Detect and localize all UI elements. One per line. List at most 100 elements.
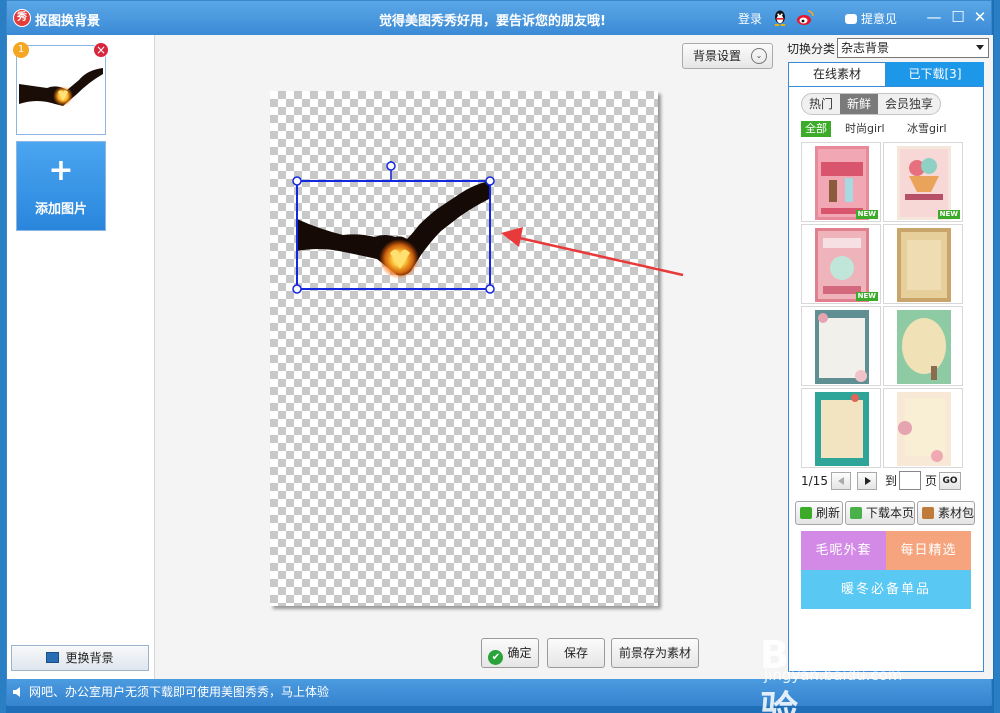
remove-thumbnail-button[interactable]: × xyxy=(93,42,109,58)
category-select[interactable]: 杂志背景 xyxy=(837,38,989,58)
feedback-label: 提意见 xyxy=(861,12,898,26)
switch-category-label: 切换分类 xyxy=(787,42,836,56)
category-select-value: 杂志背景 xyxy=(841,41,890,55)
meitu-logo-icon: 秀 xyxy=(13,9,31,27)
save-foreground-as-material-button[interactable]: 前景存为素材 xyxy=(611,638,699,668)
chevron-right-icon xyxy=(865,477,871,485)
green-oval-thumbnail xyxy=(897,310,951,384)
download-page-button[interactable]: 下载本页 xyxy=(845,501,915,525)
material-tile[interactable] xyxy=(883,388,963,468)
go-button[interactable]: GO xyxy=(939,472,961,490)
filter-all[interactable]: 全部 xyxy=(801,121,831,137)
desktop-right-edge xyxy=(994,0,1000,713)
material-pack-button[interactable]: 素材包 xyxy=(917,501,975,525)
page-unit-label: 页 xyxy=(925,474,938,488)
floral-paper-thumbnail xyxy=(897,392,951,466)
tab-online-materials[interactable]: 在线素材 xyxy=(788,62,886,86)
minimize-button[interactable]: — xyxy=(925,8,943,26)
baidu-jingyan-watermark: Baidu经验 jingyan.baidu.com xyxy=(760,624,950,713)
page-number-input[interactable] xyxy=(899,471,921,490)
teal-floral-thumbnail xyxy=(815,310,869,384)
qq-penguin-icon[interactable] xyxy=(772,9,788,26)
image-list-panel: 1 × + 添加图片 更换背景 xyxy=(7,35,155,679)
new-badge: NEW xyxy=(855,292,878,301)
speech-bubble-icon xyxy=(845,14,857,24)
window-title: 抠图换背景 xyxy=(35,14,101,29)
maximize-button[interactable]: ☐ xyxy=(949,8,967,26)
confirm-button[interactable]: ✔ 确定 xyxy=(481,638,539,668)
material-tile[interactable]: NEW xyxy=(801,142,881,222)
promo-banner[interactable]: 毛呢外套 每日精选 暖冬必备单品 xyxy=(801,531,971,609)
foreground-selection[interactable] xyxy=(289,159,495,295)
material-subtabs: 热门 新鲜 会员独享 xyxy=(801,93,942,115)
login-link[interactable]: 登录 xyxy=(738,10,762,27)
filter-ice-girl[interactable]: 冰雪girl xyxy=(907,121,947,137)
heart-hands-thumbnail-image xyxy=(19,68,103,106)
background-settings-label: 背景设置 xyxy=(693,49,742,63)
go-to-label: 到 xyxy=(885,474,898,488)
promo-daily-picks[interactable]: 每日精选 xyxy=(886,531,971,570)
weibo-icon[interactable] xyxy=(796,9,814,26)
refresh-label: 刷新 xyxy=(816,506,841,520)
download-page-label: 下载本页 xyxy=(866,506,915,520)
resize-handle-bl[interactable] xyxy=(292,284,302,294)
material-tile[interactable] xyxy=(883,306,963,386)
status-message[interactable]: 网吧、办公室用户无须下载即可使用美图秀秀，马上体验 xyxy=(29,685,329,699)
rotate-handle[interactable] xyxy=(386,161,396,171)
promo-wool-coat[interactable]: 毛呢外套 xyxy=(801,531,886,570)
subtab-members[interactable]: 会员独享 xyxy=(878,94,940,114)
material-tile[interactable] xyxy=(801,306,881,386)
resize-handle-tr[interactable] xyxy=(485,176,495,186)
confirm-label: 确定 xyxy=(507,646,532,660)
materials-tab-body: 热门 新鲜 会员独享 全部 时尚girl 冰雪girl NEW NEW NEW … xyxy=(788,86,984,672)
plus-icon: + xyxy=(48,153,74,188)
close-button[interactable]: ✕ xyxy=(971,8,989,26)
change-background-label: 更换背景 xyxy=(65,651,114,665)
cutout-background-window: 秀 抠图换背景 觉得美图秀秀好用，要告诉您的朋友哦! 登录 提意见 — ☐ ✕ xyxy=(6,0,993,706)
download-arrow-icon xyxy=(850,507,862,519)
checkmark-icon: ✔ xyxy=(488,650,504,665)
refresh-icon xyxy=(800,507,812,519)
ice-cream-cup-thumbnail xyxy=(897,146,951,220)
dropdown-caret-icon xyxy=(976,45,984,50)
image-thumbnail[interactable]: 1 × xyxy=(13,42,109,135)
watermark-url: jingyan.baidu.com xyxy=(764,666,903,684)
chevron-left-icon xyxy=(838,477,844,485)
material-tile[interactable]: NEW xyxy=(883,142,963,222)
package-icon xyxy=(922,507,934,519)
ice-cream-pink-thumbnail xyxy=(815,146,869,220)
new-badge: NEW xyxy=(855,210,878,219)
title-bar: 秀 抠图换背景 觉得美图秀秀好用，要告诉您的朋友哦! 登录 提意见 — ☐ ✕ xyxy=(7,1,991,35)
filter-fashion-girl[interactable]: 时尚girl xyxy=(845,121,885,137)
subtab-fresh[interactable]: 新鲜 xyxy=(840,94,879,114)
add-image-button[interactable]: + 添加图片 xyxy=(16,141,106,231)
material-tile[interactable]: NEW xyxy=(801,224,881,304)
next-page-button[interactable] xyxy=(857,472,877,490)
material-pack-label: 素材包 xyxy=(938,506,975,520)
material-panel: 切换分类 杂志背景 在线素材 已下载[3] 热门 新鲜 会员独享 全部 时尚gi… xyxy=(785,35,993,679)
save-button[interactable]: 保存 xyxy=(547,638,605,668)
vintage-kraft-thumbnail xyxy=(897,228,951,302)
delicious-pink-thumbnail xyxy=(815,228,869,302)
tab-downloaded[interactable]: 已下载[3] xyxy=(886,62,984,86)
new-badge: NEW xyxy=(937,210,960,219)
resize-handle-tl[interactable] xyxy=(292,176,302,186)
add-image-label: 添加图片 xyxy=(34,202,87,217)
background-settings-dropdown[interactable]: 背景设置 ⌄ xyxy=(682,43,773,69)
material-tile[interactable] xyxy=(801,388,881,468)
material-tile[interactable] xyxy=(883,224,963,304)
prev-page-button[interactable] xyxy=(831,472,851,490)
thumbnail-index-badge: 1 xyxy=(13,42,29,58)
chevron-down-icon: ⌄ xyxy=(751,48,767,64)
promo-winter-essentials[interactable]: 暖冬必备单品 xyxy=(801,570,971,609)
picture-icon xyxy=(46,652,60,663)
refresh-button[interactable]: 刷新 xyxy=(795,501,843,525)
page-indicator: 1/15 xyxy=(801,474,828,488)
subtab-hot[interactable]: 热门 xyxy=(802,94,840,114)
teal-frame-thumbnail xyxy=(815,392,869,466)
resize-handle-br[interactable] xyxy=(485,284,495,294)
feedback-link[interactable]: 提意见 xyxy=(845,10,897,27)
slogan-text: 觉得美图秀秀好用，要告诉您的朋友哦! xyxy=(379,14,606,29)
annotation-arrow xyxy=(501,227,684,277)
change-background-button[interactable]: 更换背景 xyxy=(11,645,149,671)
